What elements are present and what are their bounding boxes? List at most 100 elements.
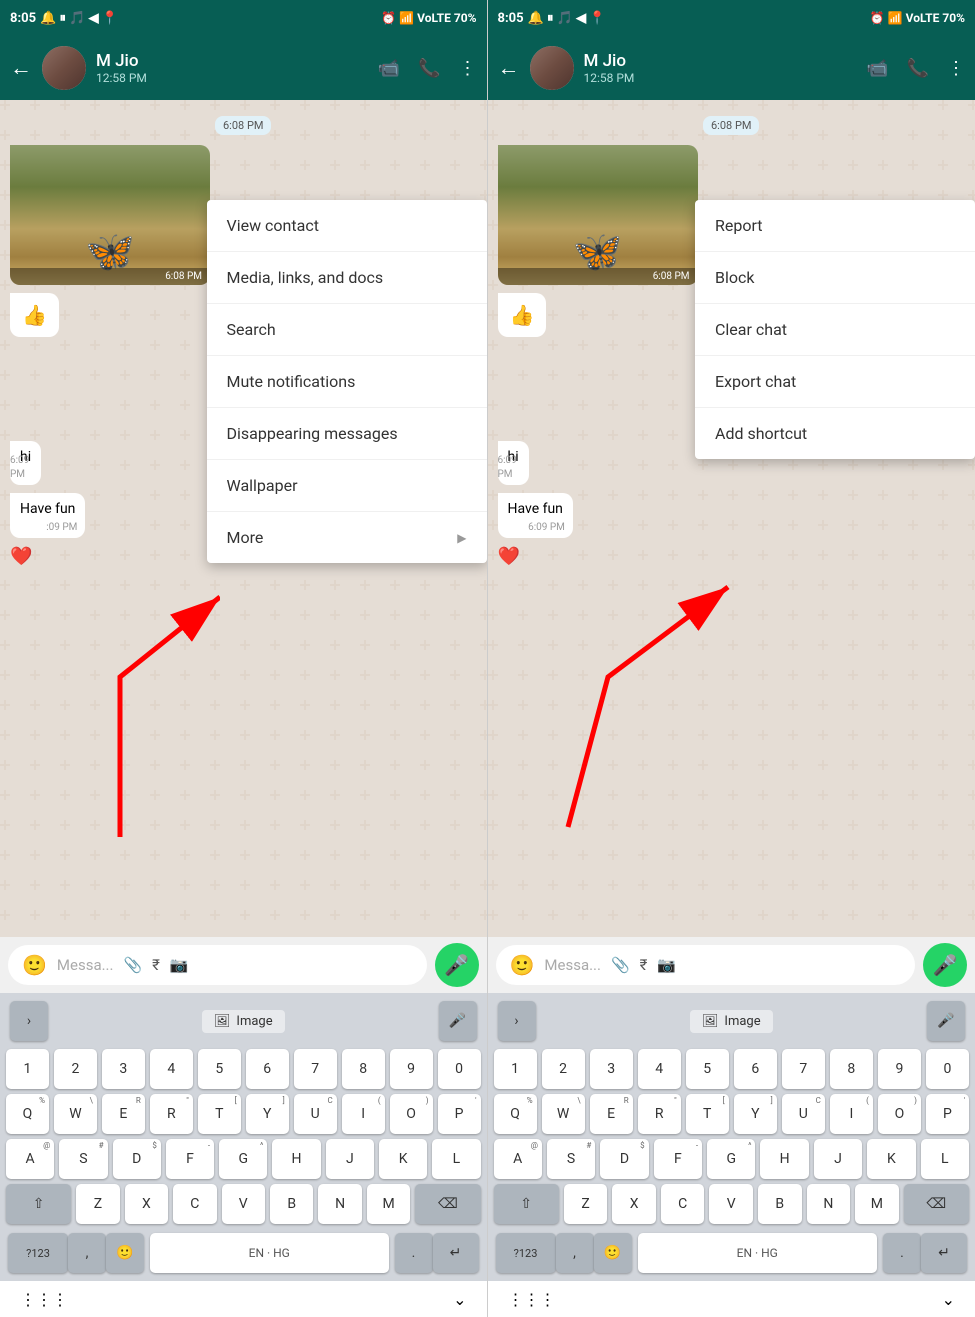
key-a-r[interactable]: A@ xyxy=(494,1139,542,1179)
key-u[interactable]: UC xyxy=(294,1094,337,1134)
key-3[interactable]: 3 xyxy=(102,1049,145,1089)
key-i-r[interactable]: I( xyxy=(830,1094,873,1134)
expand-key[interactable]: › xyxy=(10,1001,48,1041)
key-9-r[interactable]: 9 xyxy=(878,1049,921,1089)
key-2-r[interactable]: 2 xyxy=(542,1049,585,1089)
more-options-icon[interactable]: ⋮ xyxy=(459,58,477,79)
key-u-r[interactable]: UC xyxy=(782,1094,825,1134)
avatar-right[interactable] xyxy=(530,46,574,90)
space-key[interactable]: EN · HG xyxy=(150,1233,389,1273)
key-n[interactable]: N xyxy=(318,1184,361,1224)
grid-icon[interactable]: ⋮⋮⋮ xyxy=(20,1290,68,1309)
attach-icon[interactable]: 📎 xyxy=(123,956,142,974)
key-w-r[interactable]: W\ xyxy=(542,1094,585,1134)
key-3-r[interactable]: 3 xyxy=(590,1049,633,1089)
key-c-r[interactable]: C xyxy=(661,1184,705,1224)
image-suggestion-right[interactable]: 🖼 Image xyxy=(690,1010,773,1033)
shift-key-right[interactable]: ⇧ xyxy=(494,1184,559,1224)
menu-item-add-shortcut[interactable]: Add shortcut xyxy=(695,408,975,459)
rupee-icon-right[interactable]: ₹ xyxy=(640,956,648,974)
enter-key[interactable]: ↵ xyxy=(433,1233,479,1273)
key-a[interactable]: A@ xyxy=(6,1139,54,1179)
key-k[interactable]: K xyxy=(379,1139,427,1179)
backspace-key[interactable]: ⌫ xyxy=(415,1184,480,1224)
key-1[interactable]: 1 xyxy=(6,1049,49,1089)
key-z-r[interactable]: Z xyxy=(564,1184,608,1224)
chevron-down-icon-right[interactable]: ⌄ xyxy=(942,1290,955,1309)
image-bubble[interactable]: 6:08 PM xyxy=(10,145,210,285)
key-j[interactable]: J xyxy=(326,1139,374,1179)
call-icon-right[interactable]: 📞 xyxy=(907,58,929,79)
key-5[interactable]: 5 xyxy=(198,1049,241,1089)
key-6-r[interactable]: 6 xyxy=(734,1049,777,1089)
rupee-icon[interactable]: ₹ xyxy=(152,956,160,974)
mic-button[interactable]: 🎤 xyxy=(435,943,479,987)
key-s-r[interactable]: S# xyxy=(547,1139,595,1179)
key-h[interactable]: H xyxy=(272,1139,320,1179)
grid-icon-right[interactable]: ⋮⋮⋮ xyxy=(508,1290,556,1309)
key-t[interactable]: T[ xyxy=(198,1094,241,1134)
key-1-r[interactable]: 1 xyxy=(494,1049,537,1089)
camera-icon[interactable]: 📷 xyxy=(170,956,189,974)
back-button[interactable]: ← xyxy=(10,55,32,81)
backspace-key-right[interactable]: ⌫ xyxy=(904,1184,969,1224)
key-c[interactable]: C xyxy=(173,1184,216,1224)
key-2[interactable]: 2 xyxy=(54,1049,97,1089)
key-t-r[interactable]: T[ xyxy=(686,1094,729,1134)
key-q-r[interactable]: Q% xyxy=(494,1094,537,1134)
key-l-r[interactable]: L xyxy=(921,1139,969,1179)
key-o[interactable]: O) xyxy=(390,1094,433,1134)
menu-item-report[interactable]: Report xyxy=(695,200,975,252)
menu-item-wallpaper[interactable]: Wallpaper xyxy=(207,460,487,512)
voice-key[interactable]: 🎤 xyxy=(439,1001,477,1041)
key-z[interactable]: Z xyxy=(76,1184,119,1224)
key-v[interactable]: V xyxy=(222,1184,265,1224)
key-j-r[interactable]: J xyxy=(814,1139,862,1179)
menu-item-mute[interactable]: Mute notifications xyxy=(207,356,487,408)
key-d[interactable]: D$ xyxy=(113,1139,161,1179)
key-f[interactable]: F- xyxy=(166,1139,214,1179)
expand-key-right[interactable]: › xyxy=(498,1001,536,1041)
emoji-key-right[interactable]: 🙂 xyxy=(594,1233,632,1273)
avatar-left[interactable] xyxy=(42,46,86,90)
key-6[interactable]: 6 xyxy=(246,1049,289,1089)
key-g[interactable]: G^ xyxy=(219,1139,267,1179)
message-input-left[interactable]: 🙂 Messa... 📎 ₹ 📷 xyxy=(8,945,427,985)
comma-key-right[interactable]: , xyxy=(556,1233,594,1273)
menu-item-view-contact[interactable]: View contact xyxy=(207,200,487,252)
space-key-right[interactable]: EN · HG xyxy=(638,1233,878,1273)
key-g-r[interactable]: G^ xyxy=(707,1139,755,1179)
key-7-r[interactable]: 7 xyxy=(782,1049,825,1089)
key-b[interactable]: B xyxy=(270,1184,313,1224)
key-n-r[interactable]: N xyxy=(807,1184,851,1224)
video-call-icon-right[interactable]: 📹 xyxy=(866,58,888,79)
key-h-r[interactable]: H xyxy=(760,1139,808,1179)
key-b-r[interactable]: B xyxy=(758,1184,802,1224)
num-key[interactable]: ?123 xyxy=(8,1233,68,1273)
emoji-key[interactable]: 🙂 xyxy=(106,1233,144,1273)
menu-item-disappearing[interactable]: Disappearing messages xyxy=(207,408,487,460)
period-key-right[interactable]: . xyxy=(883,1233,921,1273)
key-0[interactable]: 0 xyxy=(438,1049,481,1089)
more-options-icon-right[interactable]: ⋮ xyxy=(947,58,965,79)
key-p[interactable]: P' xyxy=(438,1094,481,1134)
key-d-r[interactable]: D$ xyxy=(600,1139,648,1179)
menu-item-search[interactable]: Search xyxy=(207,304,487,356)
header-info-left[interactable]: M Jio 12:58 PM xyxy=(96,51,368,85)
key-e[interactable]: ER xyxy=(102,1094,145,1134)
key-4-r[interactable]: 4 xyxy=(638,1049,681,1089)
header-info-right[interactable]: M Jio 12:58 PM xyxy=(584,51,857,85)
emoji-input-icon-right[interactable]: 🙂 xyxy=(510,953,535,977)
key-e-r[interactable]: ER xyxy=(590,1094,633,1134)
emoji-input-icon[interactable]: 🙂 xyxy=(22,953,47,977)
chevron-down-icon[interactable]: ⌄ xyxy=(453,1290,466,1309)
key-s[interactable]: S# xyxy=(59,1139,107,1179)
key-8[interactable]: 8 xyxy=(342,1049,385,1089)
key-m[interactable]: M xyxy=(367,1184,410,1224)
key-y[interactable]: Y] xyxy=(246,1094,289,1134)
key-r-r[interactable]: R" xyxy=(638,1094,681,1134)
key-7[interactable]: 7 xyxy=(294,1049,337,1089)
key-y-r[interactable]: Y] xyxy=(734,1094,777,1134)
voice-key-right[interactable]: 🎤 xyxy=(927,1001,965,1041)
menu-item-media[interactable]: Media, links, and docs xyxy=(207,252,487,304)
